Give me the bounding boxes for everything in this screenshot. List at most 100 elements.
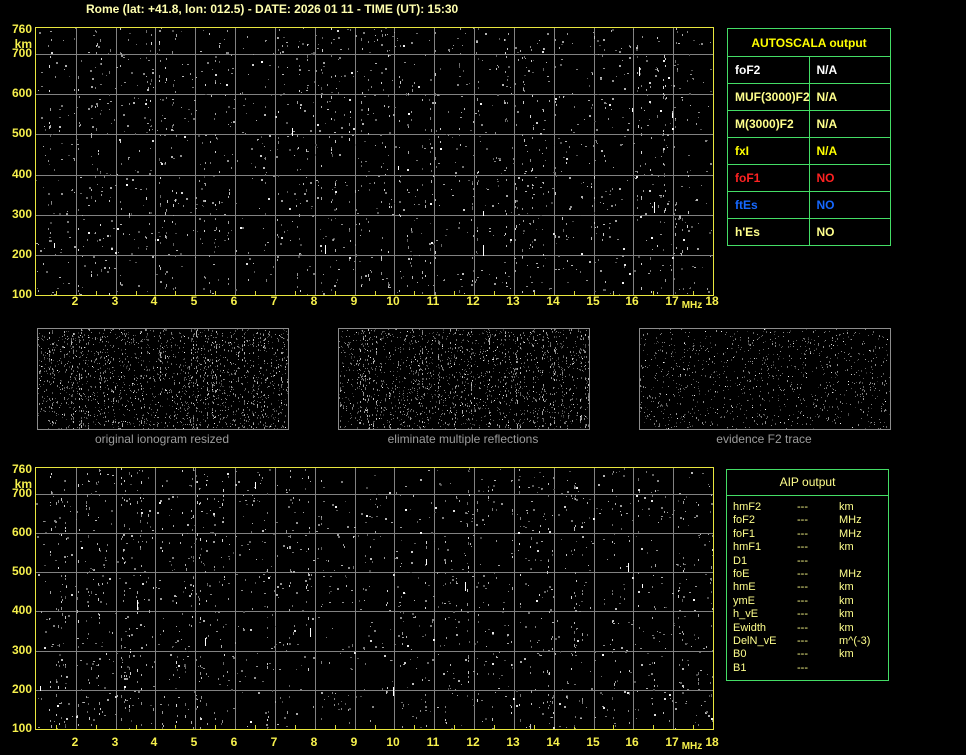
thumbnail-evidence-caption: evidence F2 trace (716, 432, 812, 446)
autoscala-table-title: AUTOSCALA output (727, 28, 891, 57)
y-tick-label: 760 (11, 462, 32, 476)
autoscala-param-label: M(3000)F2 (727, 110, 810, 138)
aip-param-unit: MHz (839, 568, 862, 581)
x-tick-label: 10 (386, 735, 400, 749)
aip-param-label: Ewidth (733, 621, 767, 634)
aip-param-unit: m^(-3) (839, 635, 871, 648)
x-tick-label: 7 (270, 294, 278, 308)
aip-row-deln-ve: DelN_vE --- m^(-3) (733, 635, 888, 648)
aip-output-table: AIP output hmF2 --- km foF2 --- MHz foF1 --- MHz… (726, 469, 889, 681)
aip-param-value: --- (797, 581, 808, 594)
ionogram-secondary-plot (35, 467, 714, 730)
aip-param-unit: km (839, 648, 854, 661)
thumbnail-eliminate-caption: eliminate multiple reflections (387, 432, 539, 446)
aip-param-unit: km (839, 594, 854, 607)
aip-param-unit (839, 662, 888, 675)
ionogram-main-plot (35, 27, 714, 296)
x-tick-label: 10 (386, 294, 400, 308)
aip-param-value: --- (797, 514, 808, 527)
autoscala-param-label: fxI (727, 137, 810, 165)
thumbnail-evidence-canvas (640, 329, 890, 429)
y-tick-label: 200 (11, 247, 32, 261)
y-axis-unit-label: km (14, 477, 32, 491)
thumbnail-original-caption: original ionogram resized (94, 432, 230, 446)
x-tick-label: 3 (111, 735, 119, 749)
aip-row-foe: foE --- MHz (733, 568, 888, 581)
autoscala-param-label: foF1 (727, 164, 810, 192)
aip-param-value: --- (797, 635, 808, 648)
aip-row-hmf2: hmF2 --- km (733, 501, 888, 514)
aip-table-body: hmF2 --- km foF2 --- MHz foF1 --- MHz hmF1 --- km D1… (727, 496, 888, 675)
y-tick-label: 500 (11, 564, 32, 578)
aip-param-label: DelN_vE (733, 635, 777, 648)
ionogram-main-canvas (36, 28, 713, 295)
autoscala-param-value: NO (808, 164, 891, 192)
aip-param-value: --- (797, 621, 808, 634)
autoscala-row-m-3000-f2: M(3000)F2 N/A (727, 110, 891, 138)
x-tick-label: 12 (466, 294, 480, 308)
x-tick-label: 13 (506, 735, 520, 749)
aip-row-yme: ymE --- km (733, 595, 888, 608)
y-tick-label: 400 (11, 167, 32, 181)
aip-row-hme: hmE --- km (733, 581, 888, 594)
autoscala-param-value: N/A (808, 110, 891, 138)
x-tick-label: 3 (111, 294, 119, 308)
y-tick-label: 300 (11, 643, 32, 657)
y-tick-label: 500 (11, 126, 32, 140)
aip-param-label: foF1 (733, 527, 756, 540)
autoscala-param-label: ftEs (727, 191, 810, 219)
autoscala-param-value: N/A (808, 137, 891, 165)
y-tick-label: 760 (11, 22, 32, 36)
aip-param-value: --- (797, 554, 808, 567)
aip-param-value: --- (797, 661, 808, 674)
aip-param-unit: MHz (839, 514, 862, 527)
aip-row-d1: D1 --- (733, 555, 888, 568)
x-tick-label: 9 (350, 294, 358, 308)
y-tick-label: 100 (11, 287, 32, 301)
aip-param-value: --- (797, 527, 808, 540)
x-tick-label: 11 (426, 294, 440, 308)
autoscala-row-muf-3000-f2: MUF(3000)F2 N/A (727, 83, 891, 111)
aip-param-label: foF2 (733, 514, 756, 527)
aip-param-unit: km (839, 608, 854, 621)
aip-param-label: B1 (733, 661, 747, 674)
autoscala-param-label: foF2 (727, 56, 810, 84)
aip-param-label: ymE (733, 594, 755, 607)
autoscala-row-fof1: foF1 NO (727, 164, 891, 192)
autoscala-table-header-row: AUTOSCALA output (727, 28, 891, 57)
y-axis-unit-label: km (14, 37, 32, 51)
x-tick-label: 4 (150, 735, 158, 749)
x-tick-label: 8 (310, 735, 318, 749)
aip-row-ewidth: Ewidth --- km (733, 622, 888, 635)
autoscala-output-table: AUTOSCALA output foF2 N/A MUF(3000)F2 N/A M(… (727, 28, 891, 246)
thumbnail-eliminate-canvas (339, 329, 589, 429)
x-tick-label: 13 (506, 294, 520, 308)
aip-param-unit: km (839, 621, 854, 634)
y-tick-label: 600 (11, 525, 32, 539)
station-title: Rome (lat: +41.8, lon: 012.5) - DATE: 20… (86, 2, 459, 16)
x-tick-label: 8 (310, 294, 318, 308)
x-tick-label: 6 (230, 294, 238, 308)
aip-param-unit: MHz (839, 527, 862, 540)
autoscala-row-h-es: h'Es NO (727, 218, 891, 246)
x-tick-label: 9 (350, 735, 358, 749)
x-tick-label: 12 (466, 735, 480, 749)
aip-param-label: D1 (733, 554, 748, 567)
aip-param-label: h_vE (733, 608, 759, 621)
aip-param-label: B0 (733, 648, 747, 661)
y-tick-label: 400 (11, 603, 32, 617)
thumbnail-evidence-f2 (639, 328, 891, 430)
autoscala-param-label: h'Es (727, 218, 810, 246)
x-tick-label: 15 (586, 735, 600, 749)
aip-table-title: AIP output (727, 470, 888, 496)
thumbnail-original-ionogram (37, 328, 289, 430)
x-tick-label: 7 (270, 735, 278, 749)
aip-param-label: hmF2 (733, 501, 762, 513)
x-tick-label: 14 (546, 735, 560, 749)
y-tick-label: 600 (11, 86, 32, 100)
aip-row-b1: B1 --- (733, 662, 888, 675)
aip-param-value: --- (797, 568, 808, 581)
x-tick-label: 14 (546, 294, 560, 308)
thumbnail-original-canvas (38, 329, 288, 429)
x-tick-label: 4 (150, 294, 158, 308)
